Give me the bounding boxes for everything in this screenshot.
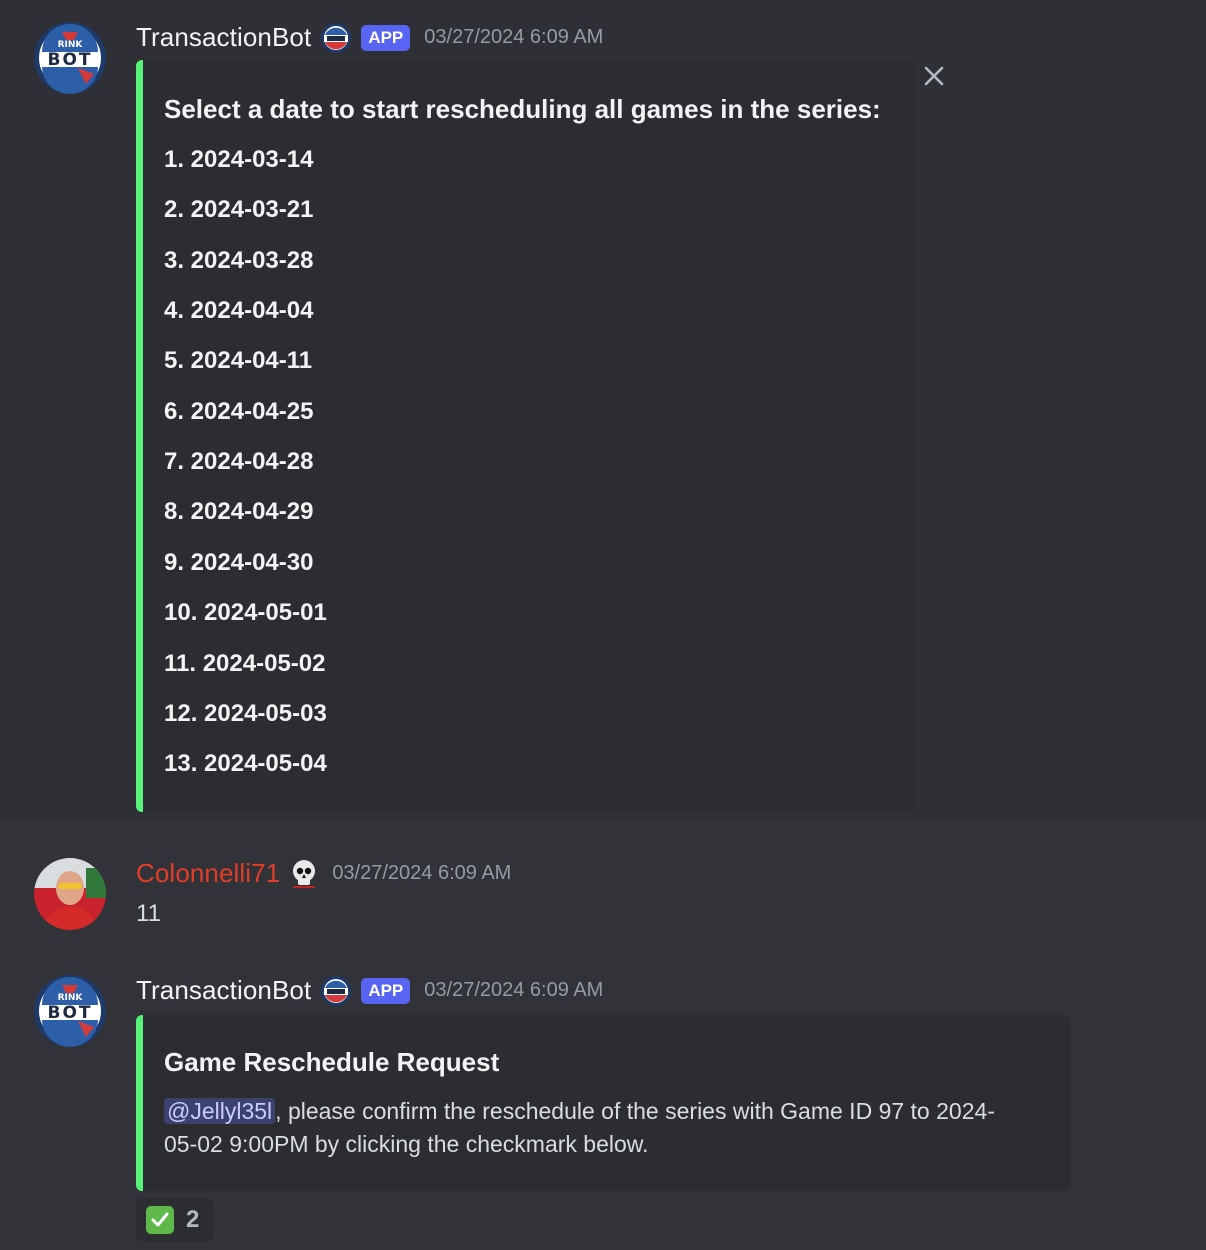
- reschedule-request-embed: Game Reschedule Request @Jellyl35l, plea…: [136, 1015, 1071, 1191]
- user-avatar[interactable]: [34, 858, 106, 930]
- message-timestamp[interactable]: 03/27/2024 6:09 AM: [332, 862, 511, 885]
- date-option: 13. 2024-05-04: [164, 750, 327, 777]
- description-line-1: , please confirm the reschedule of the s…: [275, 1098, 995, 1124]
- date-option: 7. 2024-04-28: [164, 448, 314, 475]
- date-option: 5. 2024-04-11: [164, 347, 313, 374]
- message-content: 11: [136, 900, 161, 927]
- svg-text:BOT: BOT: [47, 50, 92, 70]
- svg-text:RINK: RINK: [58, 40, 84, 50]
- date-option: 2. 2024-03-21: [164, 196, 314, 223]
- date-option: 4. 2024-04-04: [164, 297, 314, 324]
- app-tag: APP: [361, 24, 411, 51]
- message-timestamp[interactable]: 03/27/2024 6:09 AM: [424, 26, 603, 49]
- bot-avatar[interactable]: RINK BOT: [34, 975, 106, 1047]
- date-option: 12. 2024-05-03: [164, 700, 327, 727]
- svg-text:BOT: BOT: [47, 1003, 92, 1023]
- rink-bot-badge-icon: [321, 22, 352, 53]
- message-header: TransactionBot APP 03/27/2024 6:09 AM: [136, 975, 603, 1006]
- message-transactionbot-dates[interactable]: RINK BOT TransactionBot APP 03/27/2024 6…: [0, 0, 1206, 820]
- white-check-mark-icon: [146, 1206, 174, 1234]
- svg-text:RINK: RINK: [58, 993, 84, 1003]
- date-option: 3. 2024-03-28: [164, 247, 314, 274]
- date-option: 9. 2024-04-30: [164, 549, 314, 576]
- bot-avatar[interactable]: RINK BOT: [34, 22, 106, 94]
- close-icon[interactable]: [923, 65, 945, 87]
- message-header: Colonnelli71 03/27/2024 6:09 AM: [136, 858, 511, 889]
- embed-title: Game Reschedule Request: [164, 1047, 500, 1077]
- skull-icon: [290, 859, 318, 889]
- message-colonnelli71[interactable]: Colonnelli71 03/27/2024 6:09 AM 11: [0, 820, 1206, 950]
- date-option: 6. 2024-04-25: [164, 398, 314, 425]
- embed-description: @Jellyl35l, please confirm the reschedul…: [164, 1095, 1044, 1161]
- reaction-count: 2: [186, 1206, 200, 1233]
- date-option: 11. 2024-05-02: [164, 650, 326, 677]
- username-transactionbot[interactable]: TransactionBot: [136, 22, 311, 53]
- description-line-2: 05-02 9:00PM by clicking the checkmark b…: [164, 1131, 649, 1157]
- app-tag: APP: [361, 977, 411, 1004]
- message-timestamp[interactable]: 03/27/2024 6:09 AM: [424, 979, 603, 1002]
- user-mention[interactable]: @Jellyl35l: [164, 1098, 276, 1124]
- username-transactionbot[interactable]: TransactionBot: [136, 975, 311, 1006]
- message-transactionbot-request[interactable]: RINK BOT TransactionBot APP 03/27/2024 6…: [0, 950, 1206, 1250]
- message-header: TransactionBot APP 03/27/2024 6:09 AM: [136, 22, 603, 53]
- rink-bot-badge-icon: [321, 975, 352, 1006]
- date-option: 1. 2024-03-14: [164, 146, 314, 173]
- date-option: 10. 2024-05-01: [164, 599, 327, 626]
- checkmark-reaction[interactable]: 2: [136, 1198, 214, 1242]
- date-selection-embed: Select a date to start rescheduling all …: [136, 60, 916, 812]
- chat-messages: RINK BOT TransactionBot APP 03/27/2024 6…: [0, 0, 1206, 1250]
- date-option: 8. 2024-04-29: [164, 498, 314, 525]
- embed-title: Select a date to start rescheduling all …: [164, 94, 881, 124]
- username-colonnelli71[interactable]: Colonnelli71: [136, 858, 280, 889]
